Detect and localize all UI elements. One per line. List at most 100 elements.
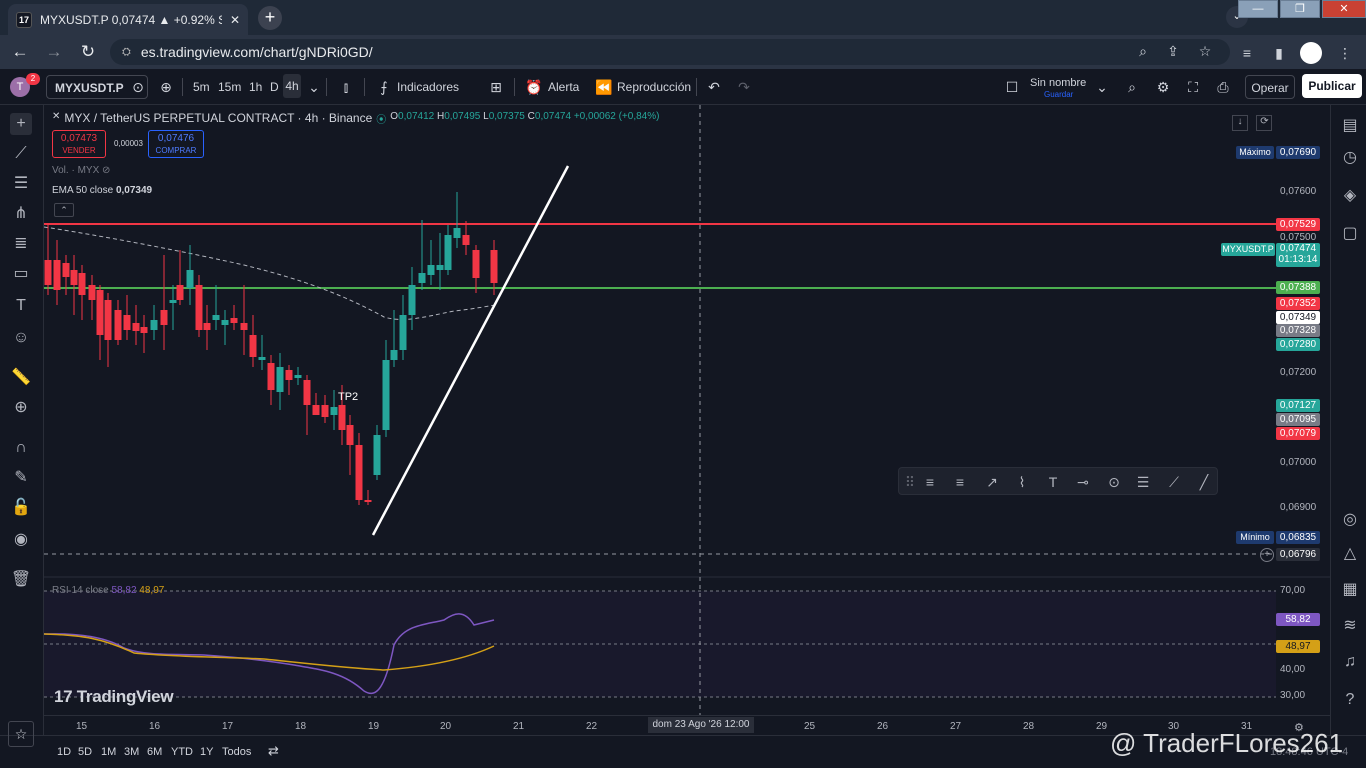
trade-button[interactable]: Operar xyxy=(1245,75,1295,99)
profile-avatar[interactable] xyxy=(1300,42,1322,64)
range-1d[interactable]: 1D xyxy=(57,746,71,758)
ray-tool-icon[interactable]: ⟋ xyxy=(1163,471,1185,493)
rsi-legend[interactable]: RSI 14 close 58,82 48,97 xyxy=(52,585,164,596)
redo-icon[interactable]: ↷ xyxy=(734,76,754,98)
help-icon[interactable]: ? xyxy=(1339,689,1361,711)
watchlist-icon[interactable]: ▤ xyxy=(1339,115,1361,137)
tf-1h[interactable]: 1h xyxy=(249,75,262,99)
indicators-button[interactable]: Indicadores xyxy=(397,75,459,99)
notifications-icon[interactable]: ♫ xyxy=(1339,651,1361,673)
drag-handle-icon[interactable]: ⠿ xyxy=(899,471,921,493)
compare-add-icon[interactable]: ⊕ xyxy=(156,76,176,98)
lock-icon[interactable]: 🔓 xyxy=(10,497,32,519)
trash-icon[interactable]: 🗑 xyxy=(10,569,32,591)
path-tool-icon[interactable]: ⌇ xyxy=(1011,471,1033,493)
restore-button[interactable]: ❐ xyxy=(1280,0,1320,18)
scroll-down-icon[interactable]: ↓ xyxy=(1232,115,1248,131)
range-ytd[interactable]: YTD xyxy=(171,746,193,758)
chart-type-candles-icon[interactable]: ⫾ xyxy=(336,76,356,98)
layers-icon[interactable]: ◈ xyxy=(1339,185,1361,207)
forward-arrow-icon[interactable]: → xyxy=(40,38,68,66)
horizontal-lines-icon[interactable]: ☰ xyxy=(10,173,32,195)
settings-gear-icon[interactable]: ⚙ xyxy=(1153,76,1173,98)
ema-legend[interactable]: EMA 50 close 0,07349 xyxy=(52,185,152,196)
range-all[interactable]: Todos xyxy=(222,746,251,758)
range-6m[interactable]: 6M xyxy=(147,746,162,758)
new-tab-button[interactable]: + xyxy=(258,6,282,30)
tf-15m[interactable]: 15m xyxy=(218,75,241,99)
tab-close-icon[interactable]: ✕ xyxy=(230,13,240,27)
browser-tab[interactable]: 17 MYXUSDT.P 0,07474 ▲ +0.92% S ✕ xyxy=(8,4,248,35)
layout-dropdown-icon[interactable]: ⌄ xyxy=(1092,76,1112,98)
range-5d[interactable]: 5D xyxy=(78,746,92,758)
line-tool-icon[interactable]: ╱ xyxy=(1193,471,1215,493)
ruler-icon[interactable]: 📏 xyxy=(10,367,32,389)
volume-legend[interactable]: Vol. · MYX ⊘ xyxy=(52,165,110,176)
back-arrow-icon[interactable]: ← xyxy=(6,38,34,66)
publish-button[interactable]: Publicar xyxy=(1302,74,1362,98)
text-tool-icon[interactable]: T xyxy=(10,295,32,317)
replay-button[interactable]: Reproducción xyxy=(617,75,691,99)
ideas-icon[interactable]: △ xyxy=(1339,543,1361,565)
reading-list-icon[interactable]: ≡ xyxy=(1238,45,1256,61)
reload-icon[interactable]: ↻ xyxy=(74,38,102,66)
price-chart[interactable]: TP2 xyxy=(44,105,1330,715)
goto-date-icon[interactable]: ⇄ xyxy=(268,743,279,759)
buy-button[interactable]: 0,07476 COMPRAR xyxy=(148,130,204,158)
stay-drawing-icon[interactable]: ✎ xyxy=(10,467,32,489)
minimize-button[interactable]: — xyxy=(1238,0,1278,18)
favorites-star-icon[interactable]: ☆ xyxy=(8,721,34,747)
hidden-eye-icon[interactable]: ⊘ xyxy=(102,165,110,176)
range-1m[interactable]: 1M xyxy=(101,746,116,758)
range-3m[interactable]: 3M xyxy=(124,746,139,758)
undo-icon[interactable]: ↶ xyxy=(704,76,724,98)
collapse-legend-icon[interactable]: ⌃ xyxy=(54,203,74,217)
tf-4h[interactable]: 4h xyxy=(283,74,301,98)
fib-retracement-icon[interactable]: ≣ xyxy=(10,233,32,255)
alerts-clock-icon[interactable]: ◷ xyxy=(1339,147,1361,169)
shapes-icon[interactable]: ▭ xyxy=(10,263,32,285)
side-panel-icon[interactable]: ▮ xyxy=(1270,45,1288,62)
alert-button[interactable]: Alerta xyxy=(548,75,579,99)
tradingview-logo[interactable]: 17 TradingView xyxy=(54,687,174,707)
horizontal-ray-icon[interactable]: ⊸ xyxy=(1072,471,1094,493)
trendline-icon[interactable]: ⟋ xyxy=(10,143,32,165)
arrow-tool-icon[interactable]: ↗ xyxy=(981,471,1003,493)
auto-scale-icon[interactable]: ⟳ xyxy=(1256,115,1273,131)
long-position-icon[interactable]: ≡ xyxy=(919,471,941,493)
target-icon[interactable]: ◎ xyxy=(1339,509,1361,531)
url-field[interactable]: ⛭ es.tradingview.com/chart/gNDRi0GD/ ⌕ ⇪… xyxy=(110,39,1230,65)
replay-icon[interactable]: ⏪ xyxy=(594,76,614,98)
circle-tool-icon[interactable]: ⊙ xyxy=(1103,471,1125,493)
magnet-icon[interactable]: ∩ xyxy=(10,437,32,459)
bookmark-star-icon[interactable]: ☆ xyxy=(1196,43,1214,60)
add-plus-icon[interactable]: + xyxy=(1260,548,1274,562)
close-window-button[interactable]: ✕ xyxy=(1322,0,1366,18)
chat-icon[interactable]: ▢ xyxy=(1339,223,1361,245)
save-label[interactable]: Guardar xyxy=(1044,83,1073,107)
site-info-icon[interactable]: ⛭ xyxy=(122,46,131,59)
tf-d[interactable]: D xyxy=(270,75,279,99)
alert-clock-icon[interactable]: ⏰ xyxy=(524,76,544,98)
collapse-x-icon[interactable]: ✕ xyxy=(52,111,60,126)
zoom-in-icon[interactable]: ⊕ xyxy=(10,397,32,419)
fib-tool-icon[interactable]: ☰ xyxy=(1132,471,1154,493)
fullscreen-icon[interactable]: ⛶ xyxy=(1183,76,1203,98)
snapshot-camera-icon[interactable]: ⎙ xyxy=(1213,76,1233,98)
layout-checkbox-icon[interactable]: ☐ xyxy=(1002,76,1022,98)
tf-5m[interactable]: 5m xyxy=(193,75,210,99)
trendline-drawing[interactable] xyxy=(371,165,570,536)
emoji-icon[interactable]: ☺ xyxy=(10,327,32,349)
share-icon[interactable]: ⇪ xyxy=(1164,43,1182,60)
range-1y[interactable]: 1Y xyxy=(200,746,213,758)
search-icon[interactable]: ⌕ xyxy=(1134,43,1152,60)
news-feed-icon[interactable]: ≋ xyxy=(1339,615,1361,637)
pitchfork-icon[interactable]: ⋔ xyxy=(10,203,32,225)
text-icon[interactable]: T xyxy=(1042,471,1064,493)
timeframe-dropdown-icon[interactable]: ⌄ xyxy=(304,76,324,98)
layouts-grid-icon[interactable]: ⊞ xyxy=(486,76,506,98)
visibility-eye-icon[interactable]: ◉ xyxy=(10,529,32,551)
calendar-icon[interactable]: ▦ xyxy=(1339,579,1361,601)
crosshair-icon[interactable]: + xyxy=(10,113,32,135)
symbol-settings-icon[interactable]: ⊙ xyxy=(128,76,148,98)
